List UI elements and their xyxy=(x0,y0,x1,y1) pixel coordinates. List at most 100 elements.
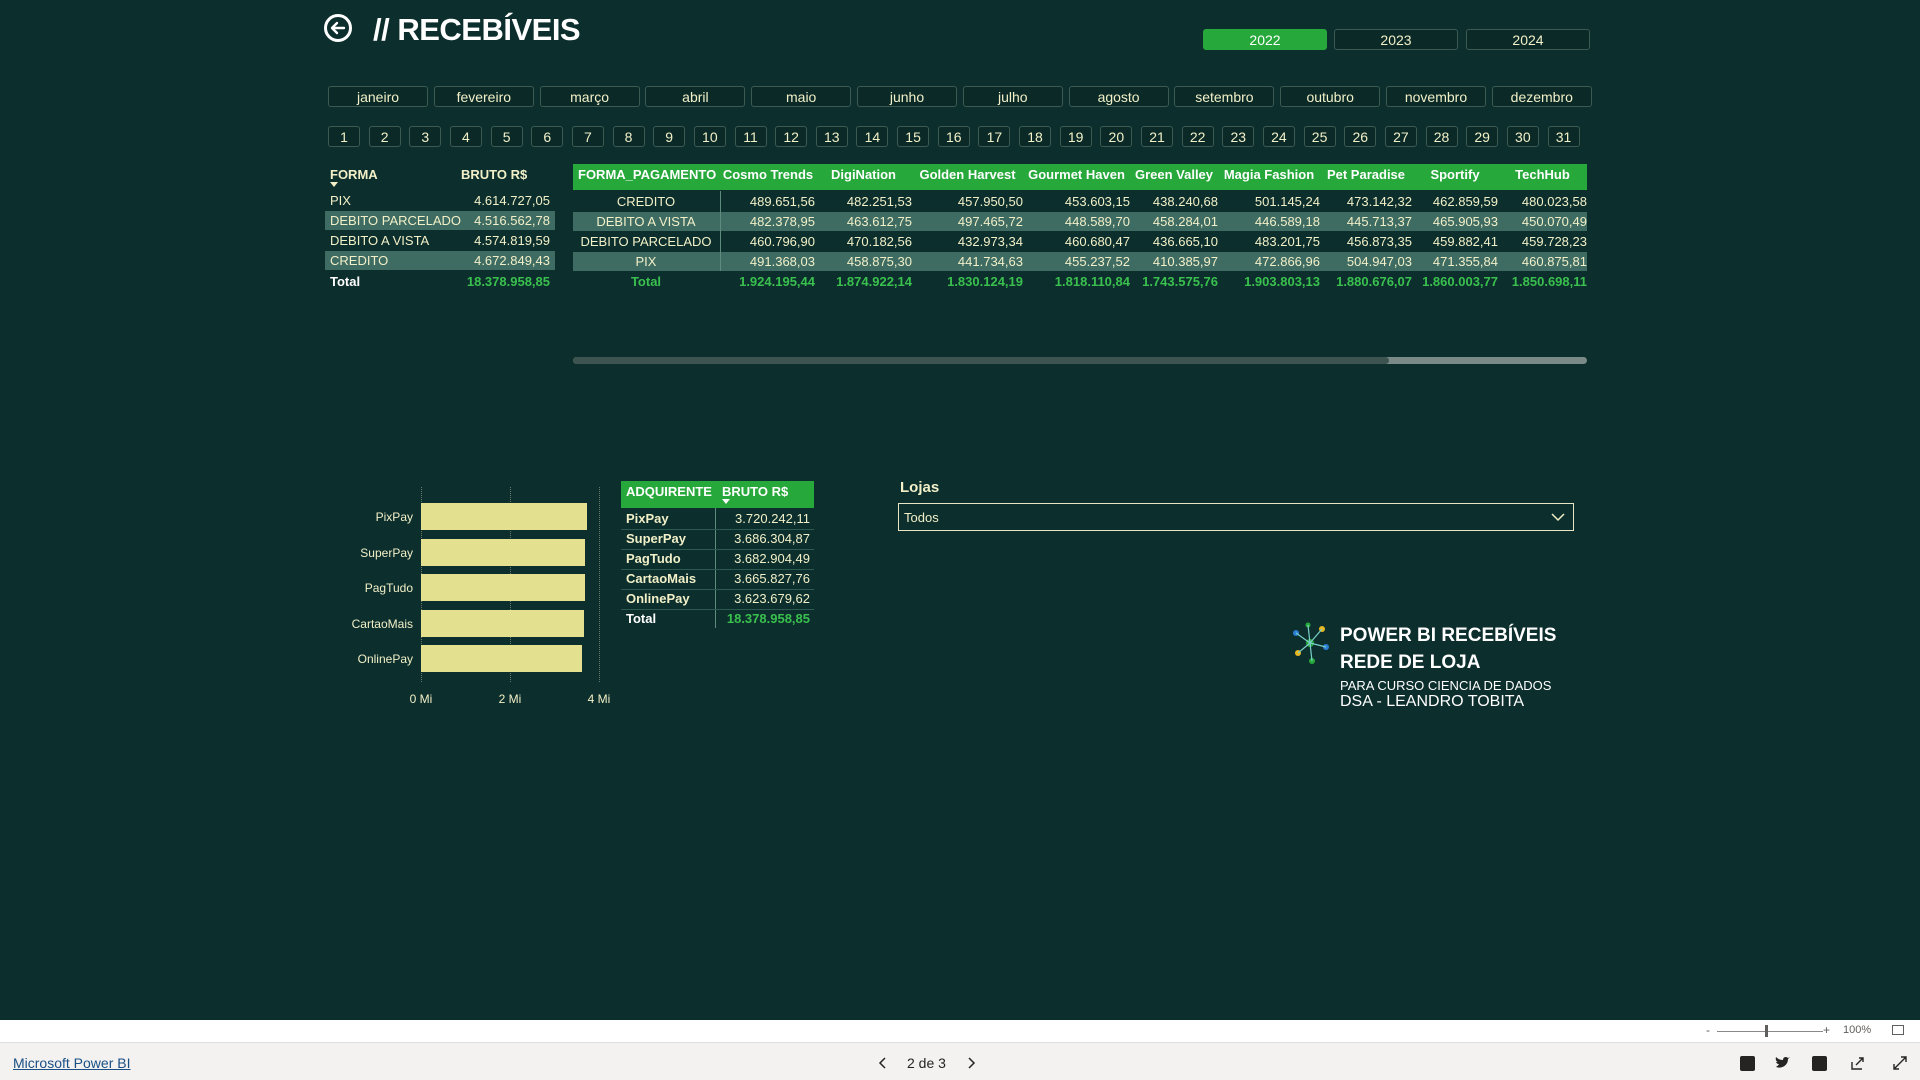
total-label: Total xyxy=(630,274,662,289)
linkedin-icon[interactable] xyxy=(1812,1056,1827,1071)
day-button-13[interactable]: 13 xyxy=(815,126,848,147)
month-button-dezembro[interactable]: dezembro xyxy=(1491,86,1592,107)
matrix-cell: 410.385,97 xyxy=(1152,254,1218,269)
zoom-bar: - + 100% xyxy=(0,1020,1920,1042)
day-button-30[interactable]: 30 xyxy=(1506,126,1539,147)
bruto-header[interactable]: BRUTO R$ xyxy=(722,484,788,499)
month-button-novembro[interactable]: novembro xyxy=(1386,86,1486,107)
day-button-2[interactable]: 2 xyxy=(368,126,401,147)
matrix-header[interactable]: DigiNation xyxy=(815,167,912,182)
day-button-18[interactable]: 18 xyxy=(1019,126,1052,147)
matrix-cell: 489.651,56 xyxy=(749,194,815,209)
facebook-icon[interactable] xyxy=(1740,1056,1755,1071)
lojas-dropdown[interactable] xyxy=(898,503,1574,531)
forma-cell: DEBITO A VISTA xyxy=(330,233,430,248)
day-button-29[interactable]: 29 xyxy=(1466,126,1499,147)
chevron-left-icon[interactable] xyxy=(878,1057,888,1069)
x-tick-label: 2 Mi xyxy=(498,692,522,706)
day-button-12[interactable]: 12 xyxy=(775,126,808,147)
page-indicator: 2 de 3 xyxy=(907,1055,946,1071)
day-button-20[interactable]: 20 xyxy=(1100,126,1133,147)
year-button-2022[interactable]: 2022 xyxy=(1203,29,1327,50)
matrix-header[interactable]: Golden Harvest xyxy=(912,167,1023,182)
matrix-cell: 465.905,93 xyxy=(1432,214,1498,229)
zoom-slider-thumb[interactable] xyxy=(1765,1025,1768,1037)
zoom-slider[interactable] xyxy=(1717,1031,1823,1032)
year-button-2023[interactable]: 2023 xyxy=(1334,29,1458,50)
day-button-17[interactable]: 17 xyxy=(978,126,1011,147)
day-button-10[interactable]: 10 xyxy=(693,126,726,147)
day-button-21[interactable]: 21 xyxy=(1141,126,1173,147)
day-button-15[interactable]: 15 xyxy=(897,126,930,147)
matrix-cell: 457.950,50 xyxy=(957,194,1023,209)
day-button-19[interactable]: 19 xyxy=(1059,126,1092,147)
day-button-5[interactable]: 5 xyxy=(490,126,523,147)
month-button-fevereiro[interactable]: fevereiro xyxy=(433,86,534,107)
day-button-14[interactable]: 14 xyxy=(856,126,889,147)
matrix-header[interactable]: Magia Fashion xyxy=(1218,167,1320,182)
year-button-2024[interactable]: 2024 xyxy=(1466,29,1590,50)
day-button-25[interactable]: 25 xyxy=(1303,126,1336,147)
matrix-cell: 445.713,37 xyxy=(1346,214,1412,229)
month-button-junho[interactable]: junho xyxy=(857,86,957,107)
month-button-setembro[interactable]: setembro xyxy=(1174,86,1275,107)
zoom-out-button[interactable]: - xyxy=(1706,1023,1710,1037)
row-label: DEBITO A VISTA xyxy=(596,214,696,229)
bar-PixPay xyxy=(421,503,587,530)
logo-line3: PARA CURSO CIENCIA DE DADOS xyxy=(1340,678,1552,693)
day-button-27[interactable]: 27 xyxy=(1384,126,1417,147)
powerbi-link[interactable]: Microsoft Power BI xyxy=(13,1055,130,1071)
forma-header[interactable]: FORMA xyxy=(330,167,378,182)
month-button-julho[interactable]: julho xyxy=(962,86,1063,107)
day-button-9[interactable]: 9 xyxy=(653,126,686,147)
day-button-6[interactable]: 6 xyxy=(531,126,564,147)
day-button-23[interactable]: 23 xyxy=(1222,126,1255,147)
fullscreen-icon[interactable] xyxy=(1893,1056,1907,1070)
month-button-abril[interactable]: abril xyxy=(645,86,746,107)
month-button-agosto[interactable]: agosto xyxy=(1068,86,1169,107)
day-button-11[interactable]: 11 xyxy=(734,126,767,147)
matrix-cell: 446.589,18 xyxy=(1254,214,1320,229)
day-button-28[interactable]: 28 xyxy=(1425,126,1458,147)
twitter-icon[interactable] xyxy=(1775,1056,1791,1070)
share-icon[interactable] xyxy=(1850,1056,1865,1071)
zoom-in-button[interactable]: + xyxy=(1823,1023,1830,1037)
month-button-maio[interactable]: maio xyxy=(751,86,852,107)
bruto-header[interactable]: BRUTO R$ xyxy=(461,167,527,182)
matrix-header[interactable]: Sportify xyxy=(1412,167,1498,182)
chevron-right-icon[interactable] xyxy=(966,1057,976,1069)
divider xyxy=(715,508,716,628)
day-button-16[interactable]: 16 xyxy=(937,126,970,147)
row-divider xyxy=(621,529,814,530)
matrix-header[interactable]: Pet Paradise xyxy=(1320,167,1412,182)
day-button-31[interactable]: 31 xyxy=(1547,126,1580,147)
footer-bar xyxy=(0,1042,1920,1080)
matrix-header[interactable]: Gourmet Haven xyxy=(1023,167,1130,182)
month-button-janeiro[interactable]: janeiro xyxy=(328,86,428,107)
month-button-outubro[interactable]: outubro xyxy=(1280,86,1381,107)
row-divider xyxy=(621,589,814,590)
fit-page-icon[interactable] xyxy=(1892,1025,1904,1035)
day-button-1[interactable]: 1 xyxy=(328,126,360,147)
day-button-7[interactable]: 7 xyxy=(571,126,604,147)
y-category-label: CartaoMais xyxy=(351,616,413,631)
day-button-3[interactable]: 3 xyxy=(409,126,442,147)
adquirente-cell: CartaoMais xyxy=(626,571,697,586)
matrix-header[interactable]: Cosmo Trends xyxy=(721,167,815,182)
month-button-março[interactable]: março xyxy=(539,86,640,107)
back-button[interactable] xyxy=(324,14,352,42)
day-button-22[interactable]: 22 xyxy=(1181,126,1214,147)
network-logo-icon xyxy=(1293,622,1329,664)
bruto-cell: 3.720.242,11 xyxy=(735,511,810,526)
day-button-24[interactable]: 24 xyxy=(1262,126,1295,147)
total-cell: 1.924.195,44 xyxy=(739,274,815,289)
matrix-header[interactable]: Green Valley xyxy=(1130,167,1218,182)
scrollbar-thumb[interactable] xyxy=(573,357,1389,364)
day-button-4[interactable]: 4 xyxy=(449,126,482,147)
matrix-header[interactable]: FORMA_PAGAMENTO xyxy=(578,167,716,182)
adquirente-cell: PixPay xyxy=(626,511,669,526)
matrix-header[interactable]: TechHub xyxy=(1498,167,1587,182)
day-button-26[interactable]: 26 xyxy=(1344,126,1377,147)
adquirente-header[interactable]: ADQUIRENTE xyxy=(626,484,712,499)
day-button-8[interactable]: 8 xyxy=(612,126,645,147)
